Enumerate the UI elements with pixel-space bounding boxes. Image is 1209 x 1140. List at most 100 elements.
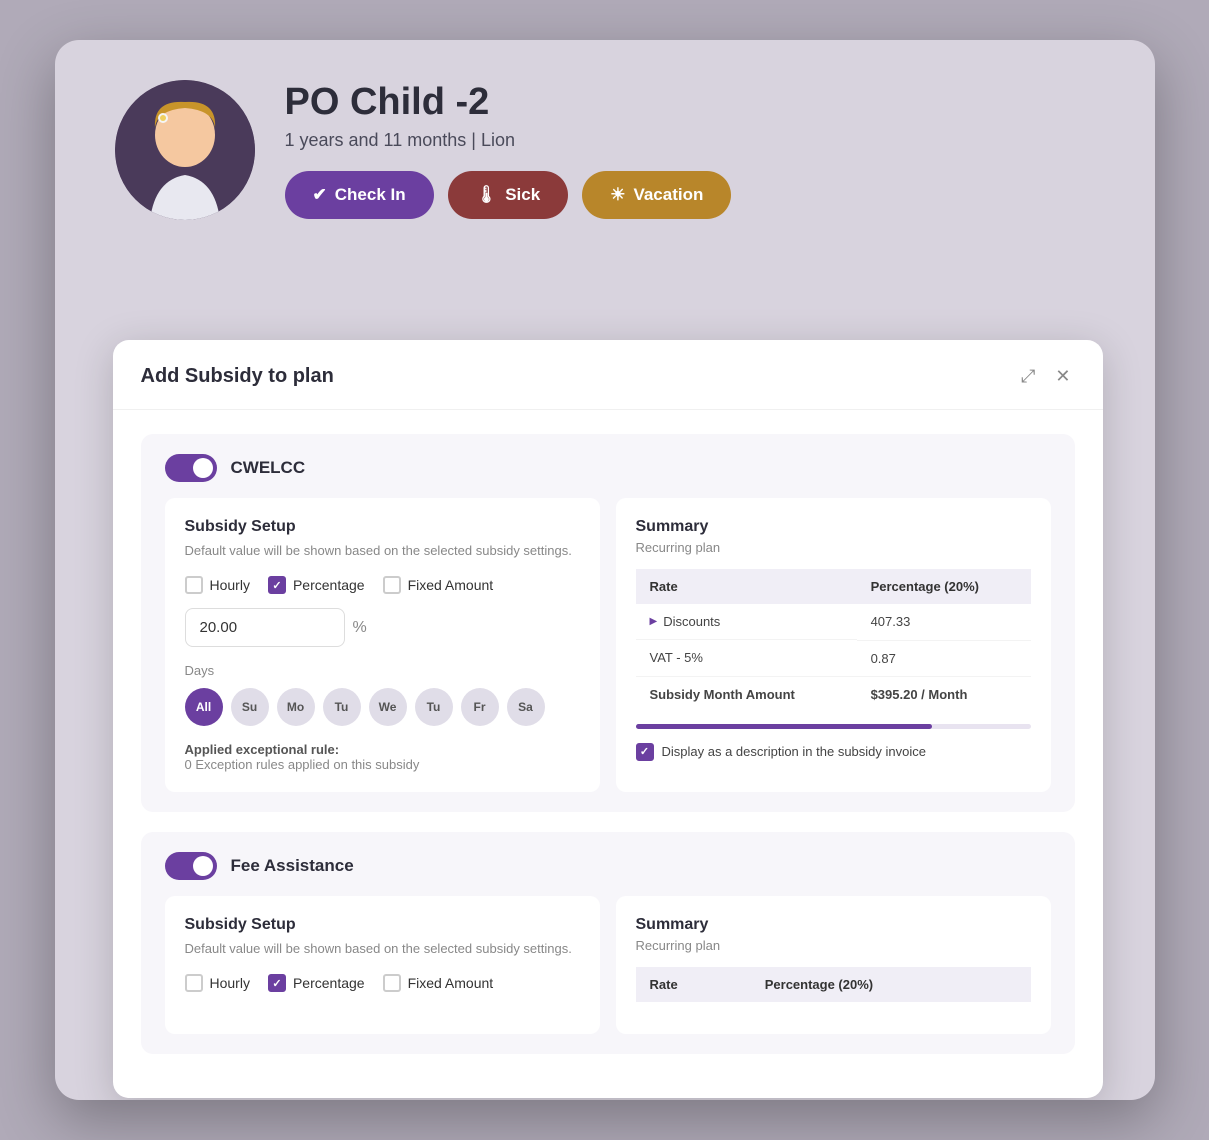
display-label: Display as a description in the subsidy … bbox=[662, 744, 926, 759]
rate-value-header: Percentage (20%) bbox=[857, 569, 1031, 604]
cwelcc-days-row: All Su Mo Tu We Tu Fr Sa bbox=[185, 688, 580, 726]
outer-card: PO Child -2 1 years and 11 months | Lion… bbox=[55, 40, 1155, 1100]
day-sa[interactable]: Sa bbox=[507, 688, 545, 726]
cwelcc-value-input[interactable] bbox=[185, 608, 345, 647]
cwelcc-summary-panel: Summary Recurring plan Rate Percentage (… bbox=[616, 498, 1051, 792]
hourly-checkbox[interactable] bbox=[185, 576, 203, 594]
day-mo[interactable]: Mo bbox=[277, 688, 315, 726]
fee-fixed-amount-checkbox-item[interactable]: Fixed Amount bbox=[383, 974, 494, 992]
cwelcc-summary-table: Rate Percentage (20%) ▶ Discounts bbox=[636, 569, 1031, 712]
display-checkbox-row: Display as a description in the subsidy … bbox=[636, 743, 1031, 761]
percentage-label: Percentage bbox=[293, 577, 365, 593]
modal-header: Add Subsidy to plan ⤢ ✕ bbox=[113, 340, 1103, 410]
fee-fixed-amount-checkbox[interactable] bbox=[383, 974, 401, 992]
modal-controls: ⤢ ✕ bbox=[1017, 362, 1075, 391]
progress-bar-fill bbox=[636, 724, 932, 729]
checkin-label: Check In bbox=[335, 185, 406, 205]
sun-icon: ☀ bbox=[610, 185, 625, 205]
rate-header: Rate bbox=[636, 569, 857, 604]
progress-bar-container bbox=[636, 724, 1031, 729]
cwelcc-content: Subsidy Setup Default value will be show… bbox=[165, 498, 1051, 792]
header-area: PO Child -2 1 years and 11 months | Lion… bbox=[55, 40, 1155, 250]
vat-value: 0.87 bbox=[857, 640, 1031, 676]
avatar bbox=[115, 80, 255, 220]
discounts-label: ▶ Discounts bbox=[636, 604, 857, 640]
fee-assistance-content: Subsidy Setup Default value will be show… bbox=[165, 896, 1051, 1034]
fee-assistance-toggle-row: Fee Assistance bbox=[165, 852, 1051, 880]
cwelcc-checkbox-row: Hourly Percentage Fixed Amount bbox=[185, 576, 580, 594]
fixed-amount-checkbox-item[interactable]: Fixed Amount bbox=[383, 576, 494, 594]
fee-summary-title: Summary bbox=[636, 916, 1031, 934]
header-info: PO Child -2 1 years and 11 months | Lion… bbox=[285, 81, 1095, 219]
cwelcc-days-label: Days bbox=[185, 663, 580, 678]
triangle-icon: ▶ bbox=[650, 616, 658, 627]
hourly-label: Hourly bbox=[210, 577, 250, 593]
day-su[interactable]: Su bbox=[231, 688, 269, 726]
fee-assistance-toggle[interactable] bbox=[165, 852, 217, 880]
fee-rate-value-header: Percentage (20%) bbox=[751, 967, 1031, 1002]
cwelcc-exception-title: Applied exceptional rule: bbox=[185, 742, 340, 757]
fee-hourly-checkbox[interactable] bbox=[185, 974, 203, 992]
fee-checkbox-row: Hourly Percentage Fixed Amount bbox=[185, 974, 580, 992]
cwelcc-section: CWELCC Subsidy Setup Default value will … bbox=[141, 434, 1075, 812]
fixed-amount-checkbox[interactable] bbox=[383, 576, 401, 594]
fee-summary-subtitle: Recurring plan bbox=[636, 938, 1031, 953]
sick-button[interactable]: 🌡 Sick bbox=[448, 171, 569, 219]
fee-assistance-label: Fee Assistance bbox=[231, 856, 354, 876]
day-all[interactable]: All bbox=[185, 688, 223, 726]
checkin-button[interactable]: ✔ Check In bbox=[285, 171, 434, 219]
thermometer-icon: 🌡 bbox=[476, 185, 498, 205]
fee-assistance-section: Fee Assistance Subsidy Setup Default val… bbox=[141, 832, 1075, 1054]
day-we[interactable]: We bbox=[369, 688, 407, 726]
cwelcc-toggle[interactable] bbox=[165, 454, 217, 482]
display-checkbox[interactable] bbox=[636, 743, 654, 761]
fee-rate-header: Rate bbox=[636, 967, 751, 1002]
hourly-checkbox-item[interactable]: Hourly bbox=[185, 576, 250, 594]
fee-setup-title: Subsidy Setup bbox=[185, 916, 580, 934]
percentage-checkbox-item[interactable]: Percentage bbox=[268, 576, 365, 594]
cwelcc-unit-label: % bbox=[353, 619, 367, 637]
fee-percentage-checkbox-item[interactable]: Percentage bbox=[268, 974, 365, 992]
vacation-label: Vacation bbox=[633, 185, 703, 205]
close-button[interactable]: ✕ bbox=[1051, 362, 1074, 391]
cwelcc-toggle-row: CWELCC bbox=[165, 454, 1051, 482]
cwelcc-exception-rule: Applied exceptional rule: 0 Exception ru… bbox=[185, 742, 580, 772]
subsidy-month-label: Subsidy Month Amount bbox=[636, 676, 857, 712]
sick-label: Sick bbox=[505, 185, 540, 205]
modal: Add Subsidy to plan ⤢ ✕ CWELCC Subsidy S… bbox=[113, 340, 1103, 1098]
cwelcc-summary-subtitle: Recurring plan bbox=[636, 540, 1031, 555]
fee-setup-desc: Default value will be shown based on the… bbox=[185, 940, 580, 958]
percentage-checkbox[interactable] bbox=[268, 576, 286, 594]
fee-fixed-amount-label: Fixed Amount bbox=[408, 975, 494, 991]
fee-hourly-label: Hourly bbox=[210, 975, 250, 991]
cwelcc-setup-desc: Default value will be shown based on the… bbox=[185, 542, 580, 560]
action-buttons: ✔ Check In 🌡 Sick ☀ Vacation bbox=[285, 171, 1095, 219]
fee-subsidy-setup: Subsidy Setup Default value will be show… bbox=[165, 896, 600, 1034]
subsidy-month-row: Subsidy Month Amount $395.20 / Month bbox=[636, 676, 1031, 712]
cwelcc-subsidy-setup: Subsidy Setup Default value will be show… bbox=[165, 498, 600, 792]
cwelcc-input-row: % bbox=[185, 608, 580, 647]
fee-percentage-checkbox[interactable] bbox=[268, 974, 286, 992]
child-meta: 1 years and 11 months | Lion bbox=[285, 130, 1095, 151]
day-tu1[interactable]: Tu bbox=[323, 688, 361, 726]
expand-button[interactable]: ⤢ bbox=[1017, 362, 1039, 391]
vat-row: VAT - 5% 0.87 bbox=[636, 640, 1031, 676]
day-tu2[interactable]: Tu bbox=[415, 688, 453, 726]
fee-summary-panel: Summary Recurring plan Rate Percentage (… bbox=[616, 896, 1051, 1034]
modal-title: Add Subsidy to plan bbox=[141, 365, 334, 388]
cwelcc-summary-title: Summary bbox=[636, 518, 1031, 536]
cwelcc-label: CWELCC bbox=[231, 458, 306, 478]
fee-percentage-label: Percentage bbox=[293, 975, 365, 991]
child-name: PO Child -2 bbox=[285, 81, 1095, 124]
modal-body: CWELCC Subsidy Setup Default value will … bbox=[113, 410, 1103, 1098]
day-fr[interactable]: Fr bbox=[461, 688, 499, 726]
fee-summary-table: Rate Percentage (20%) bbox=[636, 967, 1031, 1002]
fixed-amount-label: Fixed Amount bbox=[408, 577, 494, 593]
subsidy-month-value: $395.20 / Month bbox=[857, 676, 1031, 712]
vacation-button[interactable]: ☀ Vacation bbox=[582, 171, 731, 219]
vat-label: VAT - 5% bbox=[636, 640, 857, 676]
cwelcc-setup-title: Subsidy Setup bbox=[185, 518, 580, 536]
discounts-row: ▶ Discounts 407.33 bbox=[636, 604, 1031, 640]
fee-hourly-checkbox-item[interactable]: Hourly bbox=[185, 974, 250, 992]
discounts-value: 407.33 bbox=[857, 604, 1031, 640]
